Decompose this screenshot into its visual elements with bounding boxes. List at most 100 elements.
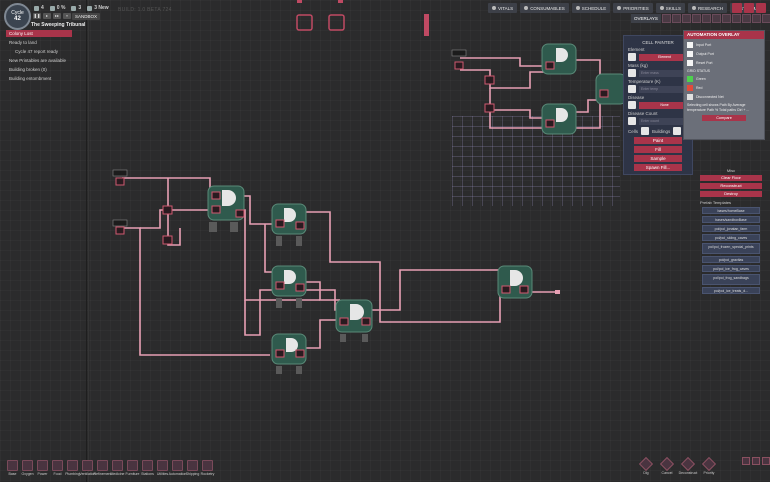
oxygen-category[interactable]: Oxygen bbox=[21, 460, 34, 476]
fill-button[interactable]: Fill bbox=[634, 146, 682, 153]
power-overlay-icon[interactable] bbox=[671, 14, 681, 23]
prefab-item[interactable]: bases/homeBase bbox=[702, 207, 760, 214]
power-icon bbox=[37, 460, 48, 471]
alert-stat: 3 New bbox=[87, 5, 109, 11]
skills-button[interactable]: SKILLS bbox=[655, 3, 685, 13]
disease-label: Disease bbox=[628, 95, 645, 100]
speed-2-button[interactable]: ▸▸ bbox=[53, 13, 61, 19]
disease-count-checkbox[interactable] bbox=[628, 117, 636, 125]
prefab-item[interactable]: poi/poi_gravitas bbox=[702, 256, 760, 263]
grid-status-label: GRID STATUS bbox=[687, 69, 711, 73]
ventilation-icon bbox=[82, 460, 93, 471]
temperature-input[interactable]: Enter temp bbox=[639, 85, 688, 93]
power-category[interactable]: Power bbox=[36, 460, 49, 476]
element-selector[interactable]: Element bbox=[639, 53, 688, 61]
cycle-counter[interactable]: Cycle 42 bbox=[4, 3, 31, 30]
utilities-category[interactable]: Utilities bbox=[156, 460, 169, 476]
disease-checkbox[interactable] bbox=[628, 101, 636, 109]
vitals-button[interactable]: VITALS bbox=[488, 3, 518, 13]
temperature-checkbox[interactable] bbox=[628, 85, 636, 93]
rooms-overlay-icon[interactable] bbox=[761, 14, 770, 23]
reconstruct-button[interactable]: Reconstruct bbox=[700, 183, 762, 189]
automation-category[interactable]: Automation bbox=[169, 460, 186, 476]
light-overlay-icon[interactable] bbox=[701, 14, 711, 23]
skills-icon bbox=[659, 6, 664, 10]
prefab-item[interactable]: poi/poi_frog_sandbags bbox=[702, 274, 760, 285]
mass-label: Mass (kg) bbox=[628, 63, 648, 68]
disease-selector[interactable]: None bbox=[639, 101, 688, 109]
sample-button[interactable]: Sample bbox=[634, 155, 682, 162]
element-checkbox[interactable] bbox=[628, 53, 636, 61]
refinement-category[interactable]: Refinement bbox=[94, 460, 111, 476]
automation-legend-title: AUTOMATION OVERLAY bbox=[684, 31, 764, 39]
input-port-icon bbox=[687, 42, 693, 48]
rocketry-category[interactable]: Rocketry bbox=[201, 460, 214, 476]
research-button[interactable]: RESEARCH bbox=[688, 3, 728, 13]
attack-icon[interactable] bbox=[762, 457, 770, 465]
priorities-button[interactable]: PRIORITIES bbox=[613, 3, 653, 13]
notification-item[interactable]: Colony Lost bbox=[6, 30, 72, 37]
paint-button[interactable]: Paint bbox=[634, 137, 682, 144]
plumbing-category[interactable]: Plumbing bbox=[65, 460, 80, 476]
diagnostics-icon[interactable] bbox=[732, 3, 742, 13]
prefab-item[interactable]: poi/poi_ice_frog_caves bbox=[702, 265, 760, 272]
notification-item[interactable]: Cycle 47 report ready bbox=[6, 48, 72, 55]
temperature-overlay-icon[interactable] bbox=[681, 14, 691, 23]
sweep-icon[interactable] bbox=[742, 457, 750, 465]
stations-icon bbox=[142, 460, 153, 471]
shipping-category[interactable]: Shipping bbox=[186, 460, 199, 476]
prefab-item[interactable]: poi/poi_frozen_special_prints bbox=[702, 243, 760, 254]
mass-checkbox[interactable] bbox=[628, 69, 636, 77]
plumbing-overlay-icon[interactable] bbox=[711, 14, 721, 23]
speed-3-button[interactable]: » bbox=[63, 13, 71, 19]
buildings-checkbox[interactable] bbox=[673, 127, 682, 135]
pause-button[interactable]: ❚❚ bbox=[33, 13, 41, 19]
mop-icon[interactable] bbox=[752, 457, 760, 465]
consumables-button[interactable]: CONSUMABLES bbox=[520, 3, 569, 13]
compare-button[interactable]: Compare bbox=[702, 115, 746, 121]
automation-icon bbox=[172, 460, 183, 471]
legend-label: Input Port bbox=[696, 43, 712, 47]
mass-input[interactable]: Enter mass bbox=[639, 69, 688, 77]
colony-stats: 4 0 % 3 3 New bbox=[34, 5, 109, 11]
buildings-label: Buildings bbox=[652, 128, 671, 134]
furniture-category[interactable]: Furniture bbox=[126, 460, 140, 476]
materials-overlay-icon[interactable] bbox=[691, 14, 701, 23]
deconstruct-tool[interactable]: Deconstruct bbox=[679, 456, 697, 475]
legend-label: Output Port bbox=[696, 52, 714, 56]
schedule-button[interactable]: SCHEDULE bbox=[571, 3, 611, 13]
base-category[interactable]: Base bbox=[6, 460, 19, 476]
germs-overlay-icon[interactable] bbox=[741, 14, 751, 23]
stations-category[interactable]: Stations bbox=[141, 460, 154, 476]
notification-item[interactable]: Building entombment bbox=[6, 75, 72, 82]
decor-overlay-icon[interactable] bbox=[731, 14, 741, 23]
clear-floor-button[interactable]: Clear Floor bbox=[700, 175, 762, 181]
prefab-item[interactable]: poi/poi_jonatan_farm bbox=[702, 225, 760, 232]
prefab-item[interactable]: poi/poi_ice_treats_d... bbox=[702, 287, 760, 294]
disease-count-input[interactable]: Enter count bbox=[639, 117, 688, 125]
ventilation-category[interactable]: Ventilation bbox=[79, 460, 96, 476]
stat-icon bbox=[49, 5, 55, 11]
destroy-button[interactable]: Destroy bbox=[700, 191, 762, 197]
gas-overlay-icon[interactable] bbox=[721, 14, 731, 23]
notification-item[interactable]: Building broken (0) bbox=[6, 66, 72, 73]
spawn-fill-button[interactable]: Spawn Fill... bbox=[634, 164, 682, 171]
cells-checkbox[interactable] bbox=[641, 127, 650, 135]
speed-1-button[interactable]: ▸ bbox=[43, 13, 51, 19]
cancel-tool[interactable]: Cancel bbox=[659, 456, 675, 475]
food-category[interactable]: Food bbox=[51, 460, 64, 476]
prefab-item[interactable]: poi/poi_skiing_caves bbox=[702, 234, 760, 241]
menu-icon[interactable] bbox=[756, 3, 766, 13]
farming-overlay-icon[interactable] bbox=[751, 14, 761, 23]
codex-icon[interactable] bbox=[744, 3, 754, 13]
disease-count-label: Disease Count bbox=[628, 111, 658, 116]
prefab-item[interactable]: bases/sandboxBase bbox=[702, 216, 760, 223]
automation-legend-panel: AUTOMATION OVERLAY Input Port Output Por… bbox=[683, 30, 765, 140]
oxygen-overlay-icon[interactable] bbox=[661, 14, 671, 23]
priority-tool[interactable]: Priority bbox=[701, 456, 717, 475]
notification-item[interactable]: Ready to land bbox=[6, 39, 72, 46]
dig-tool[interactable]: Dig bbox=[638, 456, 654, 475]
medicine-category[interactable]: Medicine bbox=[111, 460, 125, 476]
notification-item[interactable]: New Printables are available bbox=[6, 57, 72, 64]
sandbox-toggle[interactable]: SANDBOX bbox=[72, 13, 101, 20]
